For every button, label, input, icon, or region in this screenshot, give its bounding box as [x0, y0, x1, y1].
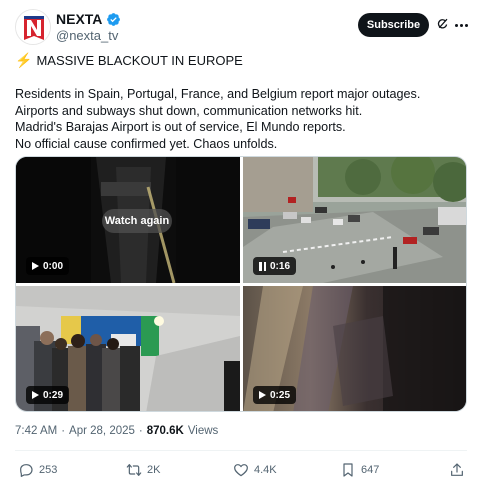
author-handle[interactable]: @nexta_tv	[56, 28, 118, 43]
headline-text: MASSIVE BLACKOUT IN EUROPE	[36, 53, 243, 68]
bookmark-icon	[343, 463, 353, 477]
views-label: Views	[187, 425, 219, 437]
post-meta: 7:42 AM · Apr 28, 2025 · 870.6K Views	[15, 425, 218, 437]
more-icon[interactable]	[455, 20, 469, 30]
reply-button[interactable]: 253	[18, 462, 57, 478]
repost-icon	[126, 464, 142, 476]
lightning-bolt-icon: ⚡	[15, 52, 33, 68]
video-time: 0:25	[270, 389, 291, 401]
video-time: 0:16	[270, 260, 291, 272]
watch-again-button[interactable]: Watch again	[102, 209, 172, 233]
nexta-logo-icon	[16, 10, 50, 44]
post-body: Residents in Spain, Portugal, France, an…	[15, 86, 470, 152]
author-name-row[interactable]: NEXTA	[56, 11, 121, 27]
body-line: No official cause confirmed yet. Chaos u…	[15, 136, 278, 151]
avatar[interactable]	[15, 9, 51, 45]
heart-icon	[234, 464, 248, 477]
like-button[interactable]: 4.4K	[233, 462, 277, 478]
video-thumbnail-blurry[interactable]: 0:25	[243, 286, 466, 411]
video-time-badge[interactable]: 0:29	[26, 386, 70, 404]
video-time-badge[interactable]: 0:25	[253, 386, 297, 404]
grok-icon[interactable]	[436, 18, 449, 31]
repost-count: 2K	[147, 464, 161, 476]
share-button[interactable]	[449, 462, 465, 478]
bookmark-count: 647	[361, 464, 380, 476]
post-headline: ⚡ MASSIVE BLACKOUT IN EUROPE	[15, 52, 243, 69]
bookmark-button[interactable]: 647	[340, 462, 379, 478]
meta-separator: ·	[61, 425, 66, 437]
subscribe-button[interactable]: Subscribe	[358, 13, 429, 37]
like-count: 4.4K	[254, 464, 277, 476]
media-grid: Watch again 0:00 0:16 0:29 0:25	[15, 156, 467, 412]
reply-count: 253	[39, 464, 58, 476]
reply-icon	[20, 464, 33, 477]
share-icon	[451, 463, 463, 476]
body-line: Madrid's Barajas Airport is out of servi…	[15, 120, 346, 134]
video-time-badge[interactable]: 0:16	[253, 257, 297, 275]
meta-separator: ·	[138, 425, 143, 437]
views-count: 870.6K	[146, 425, 184, 437]
post-time[interactable]: 7:42 AM	[15, 425, 57, 437]
play-icon	[32, 391, 39, 399]
body-line: Residents in Spain, Portugal, France, an…	[15, 87, 421, 101]
body-line: Airports and subways shut down, communic…	[15, 103, 363, 118]
video-time-badge[interactable]: 0:00	[26, 257, 70, 275]
video-thumbnail-metro[interactable]: 0:29	[16, 286, 240, 411]
play-icon	[259, 391, 266, 399]
video-thumbnail-subway[interactable]: Watch again 0:00	[16, 157, 240, 283]
video-thumbnail-street[interactable]: 0:16	[243, 157, 466, 283]
post-date[interactable]: Apr 28, 2025	[69, 425, 135, 437]
video-time: 0:29	[43, 389, 64, 401]
author-display-name[interactable]: NEXTA	[56, 11, 102, 27]
divider	[15, 450, 467, 451]
repost-button[interactable]: 2K	[126, 462, 160, 478]
pause-icon	[259, 261, 266, 271]
play-icon	[32, 262, 39, 270]
action-bar: 253 2K 4.4K 647	[0, 462, 481, 482]
verified-badge-icon	[107, 12, 121, 26]
video-time: 0:00	[43, 260, 64, 272]
